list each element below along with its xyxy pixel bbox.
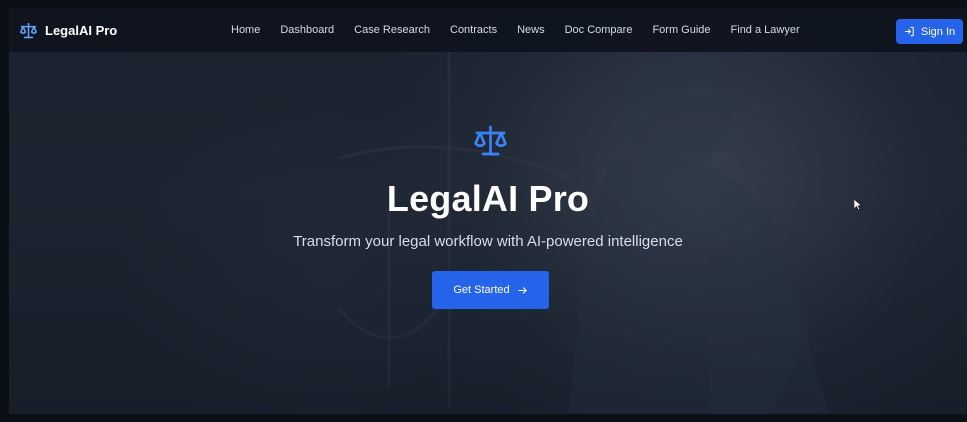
hero-subtitle: Transform your legal workflow with AI-po… — [293, 233, 683, 250]
get-started-button[interactable]: Get Started — [432, 271, 549, 309]
sign-in-icon — [904, 26, 914, 37]
sign-in-label: Sign In — [920, 25, 956, 38]
top-navbar: LegalAI Pro Home Dashboard Case Research… — [9, 8, 967, 52]
nav-links: Home Dashboard Case Research Contracts N… — [231, 8, 820, 52]
arrow-right-icon — [517, 286, 527, 294]
nav-item-home[interactable]: Home — [231, 24, 260, 36]
mouse-cursor-icon — [854, 199, 862, 210]
brand-logo[interactable]: LegalAI Pro — [19, 22, 117, 39]
scale-icon — [474, 125, 507, 156]
nav-item-case-research[interactable]: Case Research — [354, 24, 430, 36]
sign-in-button[interactable]: Sign In — [896, 19, 963, 44]
nav-item-contracts[interactable]: Contracts — [450, 24, 497, 36]
app-frame: LegalAI Pro Home Dashboard Case Research… — [9, 8, 967, 414]
nav-item-news[interactable]: News — [517, 24, 545, 36]
nav-item-doc-compare[interactable]: Doc Compare — [565, 24, 633, 36]
get-started-label: Get Started — [453, 284, 510, 296]
hero-title: LegalAI Pro — [386, 178, 590, 219]
brand-name: LegalAI Pro — [45, 22, 118, 38]
nav-item-find-a-lawyer[interactable]: Find a Lawyer — [731, 24, 800, 36]
nav-item-dashboard[interactable]: Dashboard — [280, 24, 334, 36]
nav-item-form-guide[interactable]: Form Guide — [652, 24, 710, 36]
scale-icon — [20, 22, 37, 38]
